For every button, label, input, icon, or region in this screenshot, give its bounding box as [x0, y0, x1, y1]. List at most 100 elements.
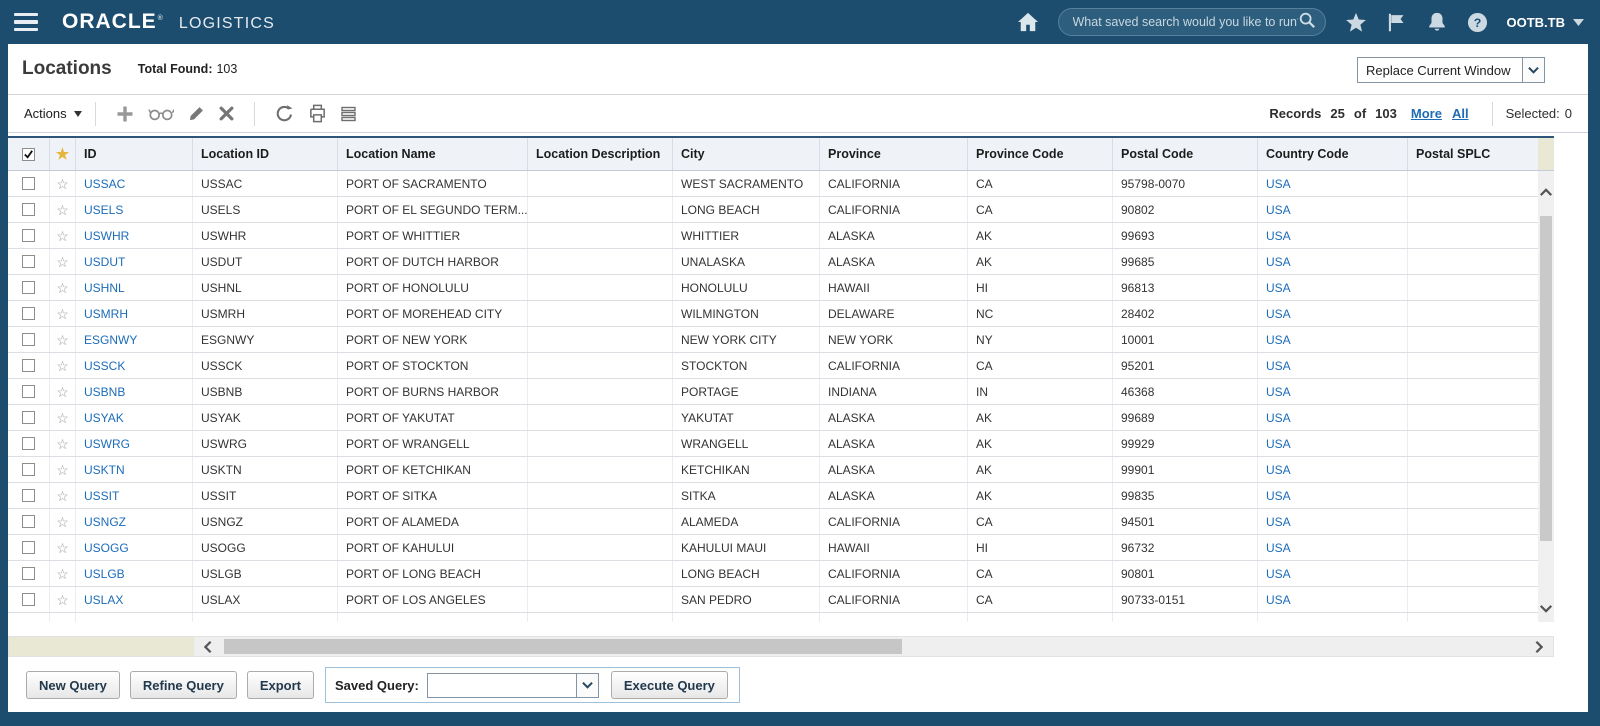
row-country-code-link[interactable]: USA — [1258, 301, 1408, 326]
row-favorite-star-icon[interactable]: ☆ — [50, 197, 76, 222]
table-row[interactable]: ☆ ESGNWY ESGNWY PORT OF NEW YORK NEW YOR… — [8, 327, 1554, 353]
new-query-button[interactable]: New Query — [26, 671, 120, 699]
row-favorite-star-icon[interactable]: ☆ — [50, 405, 76, 430]
row-checkbox[interactable] — [8, 535, 50, 560]
print-button[interactable] — [301, 104, 334, 123]
table-row[interactable]: ☆ USLAX USLAX PORT OF LOS ANGELES SAN PE… — [8, 587, 1554, 613]
row-checkbox[interactable] — [8, 457, 50, 482]
row-country-code-link[interactable]: USA — [1258, 327, 1408, 352]
column-header-city[interactable]: City — [673, 138, 820, 170]
table-row[interactable]: ☆ USYAK USYAK PORT OF YAKUTAT YAKUTAT AL… — [8, 405, 1554, 431]
column-header-location-id[interactable]: Location ID — [193, 138, 338, 170]
row-favorite-star-icon[interactable]: ☆ — [50, 457, 76, 482]
row-favorite-star-icon[interactable]: ☆ — [50, 301, 76, 326]
row-favorite-star-icon[interactable]: ☆ — [50, 171, 76, 196]
row-checkbox[interactable] — [8, 483, 50, 508]
row-country-code-link[interactable]: USA — [1258, 353, 1408, 378]
row-id-link[interactable]: USLAX — [76, 587, 193, 612]
row-favorite-star-icon[interactable]: ☆ — [50, 587, 76, 612]
row-id-link[interactable]: ESGNWY — [76, 327, 193, 352]
saved-query-dropdown-button[interactable] — [575, 673, 598, 697]
more-link[interactable]: More — [1411, 106, 1442, 121]
favorites-star-icon[interactable] — [1345, 12, 1367, 33]
favorite-column-star-icon[interactable]: ★ — [50, 138, 76, 170]
delete-record-button[interactable] — [212, 106, 241, 121]
row-favorite-star-icon[interactable]: ☆ — [50, 223, 76, 248]
table-row[interactable]: ☆ USSIT USSIT PORT OF SITKA SITKA ALASKA… — [8, 483, 1554, 509]
row-checkbox[interactable] — [8, 561, 50, 586]
scroll-right-icon[interactable] — [1525, 637, 1553, 656]
row-id-link[interactable]: USDUT — [76, 249, 193, 274]
row-favorite-star-icon[interactable]: ☆ — [50, 561, 76, 586]
row-id-link[interactable]: USKTN — [76, 457, 193, 482]
table-row[interactable]: ☆ USBNB USBNB PORT OF BURNS HARBOR PORTA… — [8, 379, 1554, 405]
undo-refresh-button[interactable] — [268, 104, 301, 123]
row-country-code-link[interactable]: USA — [1258, 275, 1408, 300]
scroll-up-icon[interactable] — [1538, 187, 1554, 198]
notifications-bell-icon[interactable] — [1426, 11, 1448, 33]
row-checkbox[interactable] — [8, 197, 50, 222]
saved-search-input[interactable]: What saved search would you like to run? — [1057, 8, 1326, 36]
row-id-link[interactable]: USYAK — [76, 405, 193, 430]
select-all-checkbox[interactable] — [8, 138, 50, 170]
column-header-postal-code[interactable]: Postal Code — [1113, 138, 1258, 170]
row-favorite-star-icon[interactable]: ☆ — [50, 275, 76, 300]
horizontal-scroll-track[interactable] — [222, 637, 1525, 656]
user-menu[interactable]: OOTB.TB — [1507, 15, 1584, 30]
row-checkbox[interactable] — [8, 171, 50, 196]
table-row[interactable]: ☆ USSAC USSAC PORT OF SACRAMENTO WEST SA… — [8, 171, 1554, 197]
flag-icon[interactable] — [1386, 12, 1407, 33]
table-row[interactable]: ☆ USSCK USSCK PORT OF STOCKTON STOCKTON … — [8, 353, 1554, 379]
vertical-scrollbar[interactable] — [1538, 171, 1554, 622]
row-id-link[interactable]: USOGG — [76, 535, 193, 560]
row-checkbox[interactable] — [8, 587, 50, 612]
row-id-link[interactable]: USMRH — [76, 301, 193, 326]
table-row[interactable]: ☆ USHNL USHNL PORT OF HONOLULU HONOLULU … — [8, 275, 1554, 301]
all-link[interactable]: All — [1452, 106, 1469, 121]
export-button[interactable]: Export — [246, 671, 315, 699]
horizontal-scrollbar[interactable] — [8, 636, 1554, 657]
row-country-code-link[interactable]: USA — [1258, 405, 1408, 430]
row-checkbox[interactable] — [8, 509, 50, 534]
refine-query-button[interactable]: Refine Query — [129, 671, 237, 699]
row-id-link[interactable]: USNGZ — [76, 509, 193, 534]
row-checkbox[interactable] — [8, 379, 50, 404]
row-favorite-star-icon[interactable]: ☆ — [50, 509, 76, 534]
column-header-country-code[interactable]: Country Code — [1258, 138, 1408, 170]
actions-menu-button[interactable]: Actions — [24, 106, 82, 121]
table-row[interactable]: ☆ USLGB USLGB PORT OF LONG BEACH LONG BE… — [8, 561, 1554, 587]
row-id-link[interactable]: USLGB — [76, 561, 193, 586]
row-id-link[interactable]: USBNB — [76, 379, 193, 404]
column-header-province-code[interactable]: Province Code — [968, 138, 1113, 170]
menu-icon[interactable] — [14, 13, 38, 31]
row-favorite-star-icon[interactable]: ☆ — [50, 379, 76, 404]
row-country-code-link[interactable]: USA — [1258, 535, 1408, 560]
table-row[interactable]: ☆ USMRH USMRH PORT OF MOREHEAD CITY WILM… — [8, 301, 1554, 327]
column-header-location-description[interactable]: Location Description — [528, 138, 673, 170]
row-checkbox[interactable] — [8, 249, 50, 274]
table-row[interactable]: ☆ USOGG USOGG PORT OF KAHULUI KAHULUI MA… — [8, 535, 1554, 561]
row-id-link[interactable]: USSCK — [76, 353, 193, 378]
row-country-code-link[interactable]: USA — [1258, 197, 1408, 222]
row-id-link[interactable]: USWRG — [76, 431, 193, 456]
column-header-province[interactable]: Province — [820, 138, 968, 170]
row-country-code-link[interactable]: USA — [1258, 379, 1408, 404]
row-id-link[interactable]: USHNL — [76, 275, 193, 300]
table-row[interactable]: ☆ USNGZ USNGZ PORT OF ALAMEDA ALAMEDA CA… — [8, 509, 1554, 535]
table-row[interactable]: ☆ USKTN USKTN PORT OF KETCHIKAN KETCHIKA… — [8, 457, 1554, 483]
row-country-code-link[interactable]: USA — [1258, 171, 1408, 196]
row-checkbox[interactable] — [8, 275, 50, 300]
row-country-code-link[interactable]: USA — [1258, 483, 1408, 508]
row-country-code-link[interactable]: USA — [1258, 431, 1408, 456]
add-record-button[interactable] — [109, 105, 141, 123]
row-country-code-link[interactable]: USA — [1258, 561, 1408, 586]
scroll-left-icon[interactable] — [194, 637, 222, 656]
row-id-link[interactable]: USWHR — [76, 223, 193, 248]
column-header-postal-splc[interactable]: Postal SPLC — [1408, 138, 1538, 170]
execute-query-button[interactable]: Execute Query — [610, 671, 728, 699]
home-icon[interactable] — [1017, 12, 1039, 32]
row-id-link[interactable]: USELS — [76, 197, 193, 222]
column-header-id[interactable]: ID — [76, 138, 193, 170]
row-checkbox[interactable] — [8, 353, 50, 378]
row-checkbox[interactable] — [8, 223, 50, 248]
